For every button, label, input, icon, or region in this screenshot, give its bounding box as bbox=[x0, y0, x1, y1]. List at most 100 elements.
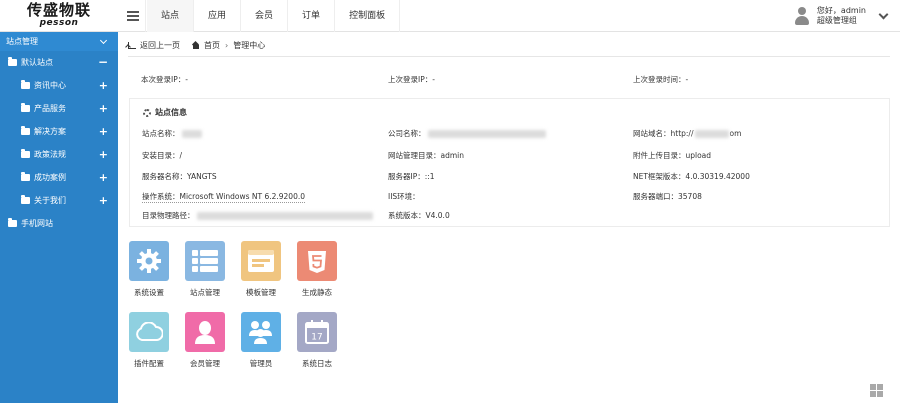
previous-login-ip: 上次登录IP：- bbox=[388, 75, 435, 84]
back-link[interactable]: 返回上一页 bbox=[140, 40, 180, 51]
tile-icon-box bbox=[241, 312, 281, 352]
breadcrumb-separator: › bbox=[225, 40, 229, 50]
user-menu[interactable]: 您好，admin 超级管理组 bbox=[794, 4, 866, 28]
server-port: 服务器端口：35708 bbox=[633, 192, 702, 201]
main-content: 返回上一页 首页 › 管理中心 本次登录IP：- 上次登录IP：- 上次登录时间… bbox=[118, 32, 900, 403]
user-icon bbox=[195, 321, 215, 344]
collapse-icon[interactable]: − bbox=[98, 51, 108, 74]
sidebar-site-mobile[interactable]: 手机网站 bbox=[0, 212, 118, 235]
home-icon bbox=[192, 42, 200, 49]
tile-site-management[interactable]: 站点管理 bbox=[184, 241, 226, 298]
folder-icon bbox=[21, 126, 30, 135]
users-icon bbox=[249, 321, 272, 344]
tile-label: 系统设置 bbox=[134, 288, 164, 297]
folder-icon bbox=[8, 218, 17, 227]
avatar-icon bbox=[794, 7, 810, 25]
sidebar-item-news[interactable]: 资讯中心 + bbox=[0, 74, 118, 97]
upload-dir: 附件上传目录：upload bbox=[633, 151, 712, 160]
tile-label: 管理员 bbox=[249, 359, 273, 368]
tile-system-settings[interactable]: 系统设置 bbox=[128, 241, 170, 298]
tile-icon-box bbox=[129, 241, 169, 281]
tile-label: 会员管理 bbox=[190, 359, 220, 368]
expand-icon[interactable]: + bbox=[99, 166, 108, 189]
sidebar-item-label: 手机网站 bbox=[21, 219, 53, 228]
sidebar-item-label: 默认站点 bbox=[21, 58, 53, 67]
menu-toggle-button[interactable] bbox=[120, 0, 146, 32]
redacted-value bbox=[427, 129, 546, 138]
logo-subtext: pesson bbox=[39, 18, 79, 28]
iis-environment: IIS环境： bbox=[388, 192, 420, 201]
panel-title: 站点信息 bbox=[143, 107, 187, 118]
tile-icon-box bbox=[241, 241, 281, 281]
folder-icon bbox=[21, 172, 30, 181]
breadcrumb: 返回上一页 首页 › 管理中心 bbox=[128, 38, 900, 52]
grid-view-icon[interactable] bbox=[870, 384, 883, 397]
user-dropdown-button[interactable] bbox=[876, 9, 890, 23]
expand-icon[interactable]: + bbox=[99, 74, 108, 97]
top-bar: 传盛物联 pesson 站点 应用 会员 订单 控制面板 您好，admin 超级… bbox=[0, 0, 900, 32]
sidebar-site-default[interactable]: 默认站点 − bbox=[0, 51, 118, 74]
sidebar-item-products[interactable]: 产品服务 + bbox=[0, 97, 118, 120]
sidebar-item-cases[interactable]: 成功案例 + bbox=[0, 166, 118, 189]
folder-icon bbox=[8, 57, 17, 66]
cloud-icon bbox=[136, 322, 163, 341]
sidebar-header[interactable]: 站点管理 bbox=[0, 32, 118, 51]
folder-icon bbox=[21, 195, 30, 204]
expand-icon[interactable]: + bbox=[99, 97, 108, 120]
hamburger-icon bbox=[126, 11, 139, 21]
redacted-value bbox=[695, 129, 730, 138]
sidebar-item-solutions[interactable]: 解决方案 + bbox=[0, 120, 118, 143]
sidebar-item-label: 解决方案 bbox=[34, 127, 66, 136]
server-ip: 服务器IP：::1 bbox=[388, 172, 435, 181]
tile-member-management[interactable]: 会员管理 bbox=[184, 312, 226, 369]
html5-icon bbox=[308, 251, 326, 273]
gear-icon bbox=[143, 108, 151, 117]
current-login-ip: 本次登录IP：- bbox=[141, 75, 188, 84]
logo[interactable]: 传盛物联 pesson bbox=[0, 0, 118, 32]
back-icon bbox=[128, 41, 136, 49]
gear-icon bbox=[137, 249, 161, 273]
redacted-value bbox=[181, 129, 202, 138]
tile-label: 系统日志 bbox=[302, 359, 332, 368]
template-icon bbox=[248, 250, 274, 272]
tile-generate-static[interactable]: 生成静态 bbox=[296, 241, 338, 298]
tile-label: 站点管理 bbox=[190, 288, 220, 297]
tile-plugin-config[interactable]: 插件配置 bbox=[128, 312, 170, 369]
tile-icon-box: 17 bbox=[297, 312, 337, 352]
tile-icon-box bbox=[185, 241, 225, 281]
install-dir: 安装目录：/ bbox=[142, 151, 183, 160]
tab-members[interactable]: 会员 bbox=[241, 0, 289, 32]
tab-orders[interactable]: 订单 bbox=[288, 0, 336, 32]
admin-dir: 网站管理目录：admin bbox=[388, 151, 464, 160]
tab-apps[interactable]: 应用 bbox=[194, 0, 242, 32]
sidebar-item-label: 关于我们 bbox=[34, 196, 66, 205]
server-name: 服务器名称：YANGTS bbox=[142, 172, 217, 181]
calendar-icon: 17 bbox=[305, 320, 329, 344]
site-domain: 网站域名：http://om bbox=[633, 129, 742, 138]
redacted-value bbox=[196, 211, 373, 220]
tile-icon-box bbox=[129, 312, 169, 352]
tile-label: 插件配置 bbox=[134, 359, 164, 368]
folder-icon bbox=[21, 80, 30, 89]
tile-label: 模板管理 bbox=[246, 288, 276, 297]
sidebar-item-label: 成功案例 bbox=[34, 173, 66, 182]
login-info: 本次登录IP：- 上次登录IP：- 上次登录时间：- bbox=[141, 74, 881, 86]
sidebar-item-about[interactable]: 关于我们 + bbox=[0, 189, 118, 212]
tab-site[interactable]: 站点 bbox=[147, 0, 195, 32]
top-tabs: 站点 应用 会员 订单 控制面板 bbox=[147, 0, 401, 32]
tile-system-log[interactable]: 17 系统日志 bbox=[296, 312, 338, 369]
sidebar-item-policies[interactable]: 政策法规 + bbox=[0, 143, 118, 166]
expand-icon[interactable]: + bbox=[99, 143, 108, 166]
folder-icon bbox=[21, 149, 30, 158]
folder-icon bbox=[21, 103, 30, 112]
tile-icon-box bbox=[297, 241, 337, 281]
company-name: 公司名称： bbox=[388, 128, 546, 139]
tile-template-management[interactable]: 模板管理 bbox=[240, 241, 282, 298]
expand-icon[interactable]: + bbox=[99, 189, 108, 212]
expand-icon[interactable]: + bbox=[99, 120, 108, 143]
system-version: 系统版本：V4.0.0 bbox=[388, 211, 450, 220]
previous-login-time: 上次登录时间：- bbox=[633, 75, 689, 84]
tab-control-panel[interactable]: 控制面板 bbox=[335, 0, 401, 32]
home-link[interactable]: 首页 bbox=[204, 40, 220, 51]
tile-administrators[interactable]: 管理员 bbox=[240, 312, 282, 369]
